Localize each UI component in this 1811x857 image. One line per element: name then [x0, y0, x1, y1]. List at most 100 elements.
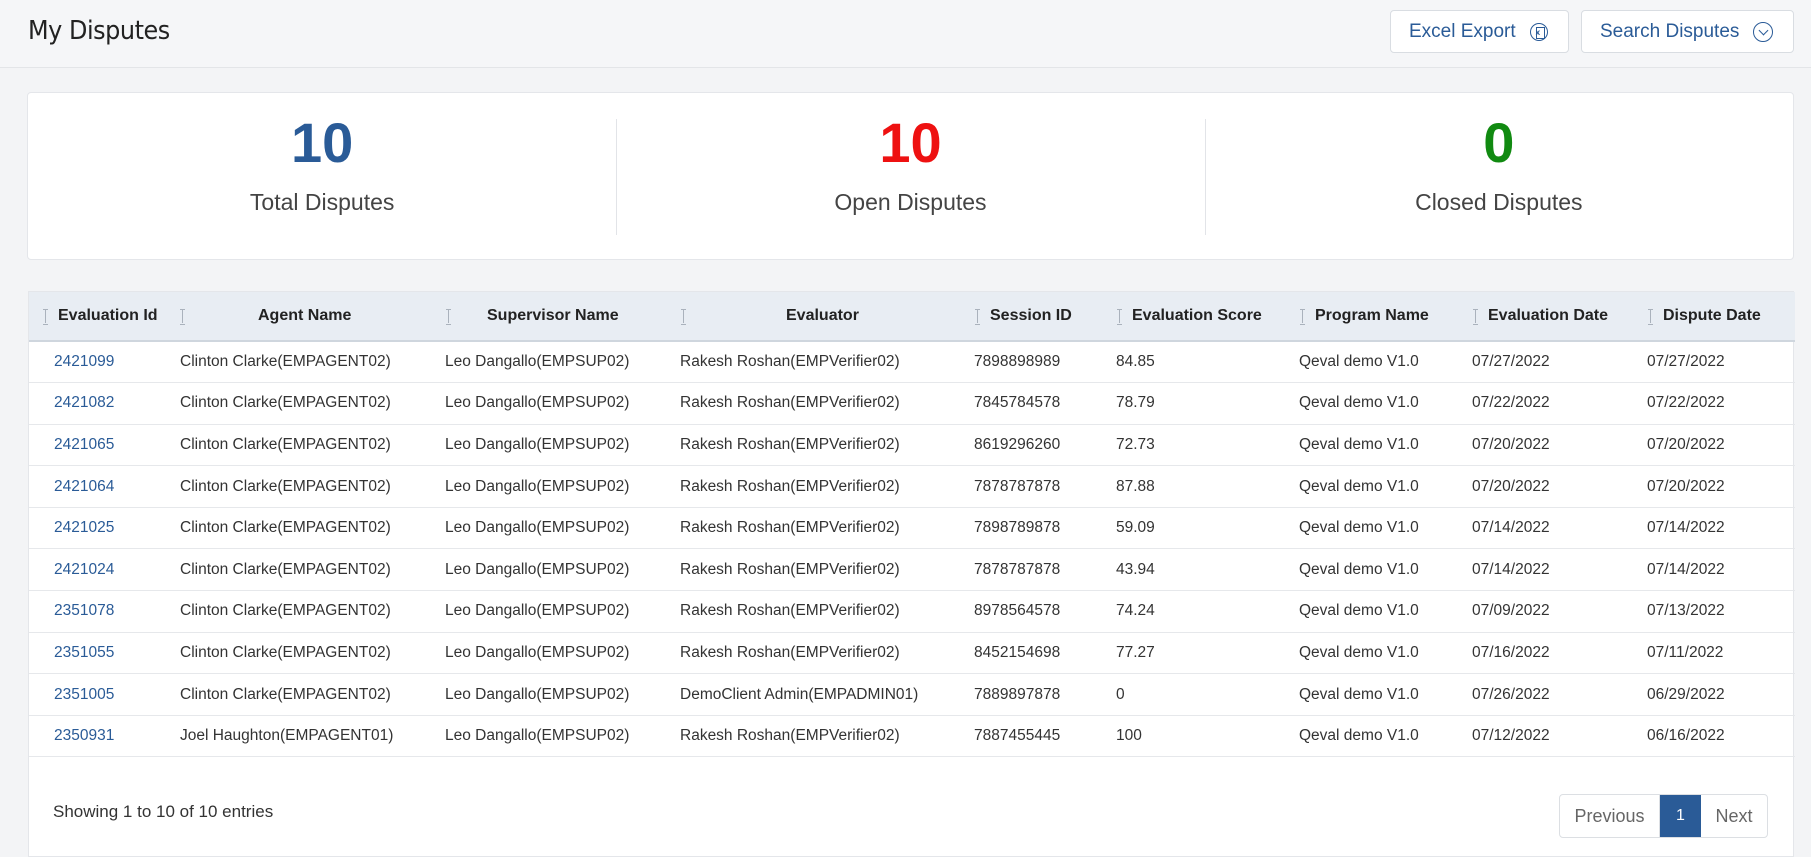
total-disputes-count: 10 — [291, 111, 354, 174]
cell-evaluation-score: 78.79 — [1112, 382, 1297, 425]
sort-icon — [445, 308, 453, 325]
open-disputes-label: Open Disputes — [834, 189, 987, 215]
column-header-agent-name[interactable]: Agent Name — [176, 292, 442, 342]
column-header-dispute-date[interactable]: Dispute Date — [1646, 292, 1795, 342]
cell-evaluator: Rakesh Roshan(EMPVerifier02) — [677, 424, 971, 467]
cell-agent-name: Clinton Clarke(EMPAGENT02) — [176, 465, 442, 508]
sort-icon — [1116, 308, 1124, 325]
cell-supervisor-name: Leo Dangallo(EMPSUP02) — [442, 715, 677, 758]
cell-agent-name: Clinton Clarke(EMPAGENT02) — [176, 673, 442, 716]
dispute-summary-panel: 10 Total Disputes 10 Open Disputes 0 Clo… — [27, 92, 1794, 260]
cell-session-id: 8452154698 — [971, 632, 1112, 675]
cell-evaluation-id[interactable]: 2421025 — [29, 507, 176, 550]
search-disputes-button[interactable]: Search Disputes — [1581, 10, 1794, 53]
cell-evaluation-id[interactable]: 2421024 — [29, 548, 176, 592]
cell-session-id: 7878787878 — [971, 548, 1112, 592]
cell-evaluation-date: 07/26/2022 — [1470, 673, 1646, 716]
cell-evaluation-date: 07/20/2022 — [1470, 424, 1646, 467]
cell-agent-name: Clinton Clarke(EMPAGENT02) — [176, 382, 442, 425]
cell-dispute-date: 07/20/2022 — [1646, 424, 1795, 467]
cell-evaluation-id[interactable]: 2350931 — [29, 715, 176, 758]
chevron-down-icon — [1753, 21, 1774, 42]
cell-agent-name: Clinton Clarke(EMPAGENT02) — [176, 424, 442, 467]
table-row[interactable]: 2421082 Clinton Clarke(EMPAGENT02) Leo Dan… — [29, 382, 1795, 425]
cell-dispute-date: 07/11/2022 — [1646, 632, 1795, 675]
table-row[interactable]: 2421025 Clinton Clarke(EMPAGENT02) Leo Dan… — [29, 507, 1795, 550]
entries-info: Showing 1 to 10 of 10 entries — [53, 802, 274, 821]
cell-dispute-date: 07/20/2022 — [1646, 465, 1795, 508]
sort-icon — [680, 308, 688, 325]
column-header-evaluation-score[interactable]: Evaluation Score — [1112, 292, 1297, 342]
cell-program-name: Qeval demo V1.0 — [1297, 507, 1470, 550]
table-row[interactable]: 2421064 Clinton Clarke(EMPAGENT02) Leo Dan… — [29, 465, 1795, 508]
cell-supervisor-name: Leo Dangallo(EMPSUP02) — [442, 424, 677, 467]
cell-evaluation-score: 72.73 — [1112, 424, 1297, 467]
disputes-table: Evaluation Id Agent Name Supervisor Name… — [29, 292, 1795, 758]
cell-agent-name: Joel Haughton(EMPAGENT01) — [176, 715, 442, 758]
column-header-session-id[interactable]: Session ID — [971, 292, 1112, 342]
next-page-button[interactable]: Next — [1701, 795, 1767, 837]
cell-supervisor-name: Leo Dangallo(EMPSUP02) — [442, 382, 677, 425]
cell-evaluation-id[interactable]: 2421065 — [29, 424, 176, 467]
total-disputes-label: Total Disputes — [249, 189, 395, 215]
page-1-button[interactable]: 1 — [1660, 795, 1701, 837]
table-row[interactable]: 2351055 Clinton Clarke(EMPAGENT02) Leo Dan… — [29, 632, 1795, 675]
cell-evaluation-id[interactable]: 2421099 — [29, 341, 176, 384]
cell-evaluation-score: 43.94 — [1112, 548, 1297, 592]
column-header-evaluation-date[interactable]: Evaluation Date — [1470, 292, 1646, 342]
excel-export-button[interactable]: Excel Export x — [1390, 10, 1569, 53]
cell-evaluation-date: 07/20/2022 — [1470, 465, 1646, 508]
cell-agent-name: Clinton Clarke(EMPAGENT02) — [176, 341, 442, 384]
table-header-row: Evaluation Id Agent Name Supervisor Name… — [29, 292, 1795, 342]
cell-evaluation-id[interactable]: 2351078 — [29, 590, 176, 633]
cell-program-name: Qeval demo V1.0 — [1297, 548, 1470, 592]
cell-supervisor-name: Leo Dangallo(EMPSUP02) — [442, 507, 677, 550]
cell-evaluation-date: 07/14/2022 — [1470, 507, 1646, 550]
column-header-evaluation-id[interactable]: Evaluation Id — [29, 292, 176, 342]
column-header-evaluator[interactable]: Evaluator — [677, 292, 971, 342]
cell-program-name: Qeval demo V1.0 — [1297, 715, 1470, 758]
closed-disputes-count: 0 — [1483, 111, 1515, 174]
cell-evaluation-id[interactable]: 2351055 — [29, 632, 176, 675]
previous-page-button[interactable]: Previous — [1560, 795, 1660, 837]
table-row[interactable]: 2351078 Clinton Clarke(EMPAGENT02) Leo Dan… — [29, 590, 1795, 633]
cell-session-id: 8619296260 — [971, 424, 1112, 467]
cell-agent-name: Clinton Clarke(EMPAGENT02) — [176, 590, 442, 633]
cell-session-id: 8978564578 — [971, 590, 1112, 633]
cell-agent-name: Clinton Clarke(EMPAGENT02) — [176, 632, 442, 675]
cell-program-name: Qeval demo V1.0 — [1297, 465, 1470, 508]
disputes-table-body: 2421099 Clinton Clarke(EMPAGENT02) Leo Dan… — [29, 341, 1795, 758]
cell-evaluator: Rakesh Roshan(EMPVerifier02) — [677, 548, 971, 592]
cell-dispute-date: 07/14/2022 — [1646, 548, 1795, 592]
open-disputes-stat: 10 Open Disputes — [616, 93, 1204, 259]
cell-supervisor-name: Leo Dangallo(EMPSUP02) — [442, 341, 677, 384]
cell-program-name: Qeval demo V1.0 — [1297, 424, 1470, 467]
cell-agent-name: Clinton Clarke(EMPAGENT02) — [176, 507, 442, 550]
cell-evaluator: Rakesh Roshan(EMPVerifier02) — [677, 341, 971, 384]
page-title: My Disputes — [28, 16, 170, 46]
table-row[interactable]: 2351005 Clinton Clarke(EMPAGENT02) Leo Dan… — [29, 673, 1795, 716]
cell-evaluation-id[interactable]: 2421082 — [29, 382, 176, 425]
cell-session-id: 7878787878 — [971, 465, 1112, 508]
pagination: Previous 1 Next — [1559, 794, 1768, 838]
column-header-supervisor-name[interactable]: Supervisor Name — [442, 292, 677, 342]
cell-evaluator: DemoClient Admin(EMPADMIN01) — [677, 673, 971, 716]
table-row[interactable]: 2421065 Clinton Clarke(EMPAGENT02) Leo Dan… — [29, 424, 1795, 467]
closed-disputes-stat: 0 Closed Disputes — [1204, 93, 1793, 259]
column-header-program-name[interactable]: Program Name — [1297, 292, 1470, 342]
cell-session-id: 7845784578 — [971, 382, 1112, 425]
total-disputes-stat: 10 Total Disputes — [28, 93, 616, 259]
cell-program-name: Qeval demo V1.0 — [1297, 590, 1470, 633]
cell-evaluator: Rakesh Roshan(EMPVerifier02) — [677, 465, 971, 508]
sort-icon — [42, 308, 50, 325]
table-row[interactable]: 2421099 Clinton Clarke(EMPAGENT02) Leo Dan… — [29, 341, 1795, 384]
cell-evaluation-date: 07/16/2022 — [1470, 632, 1646, 675]
table-row[interactable]: 2421024 Clinton Clarke(EMPAGENT02) Leo Dan… — [29, 548, 1795, 592]
cell-evaluation-date: 07/22/2022 — [1470, 382, 1646, 425]
cell-evaluation-id[interactable]: 2421064 — [29, 465, 176, 508]
top-bar: My Disputes Excel Export x Search Disput… — [0, 0, 1811, 68]
excel-file-icon: x — [1529, 22, 1548, 41]
sort-icon — [1299, 308, 1307, 325]
cell-evaluation-id[interactable]: 2351005 — [29, 673, 176, 716]
table-row[interactable]: 2350931 Joel Haughton(EMPAGENT01) Leo Dang… — [29, 715, 1795, 758]
